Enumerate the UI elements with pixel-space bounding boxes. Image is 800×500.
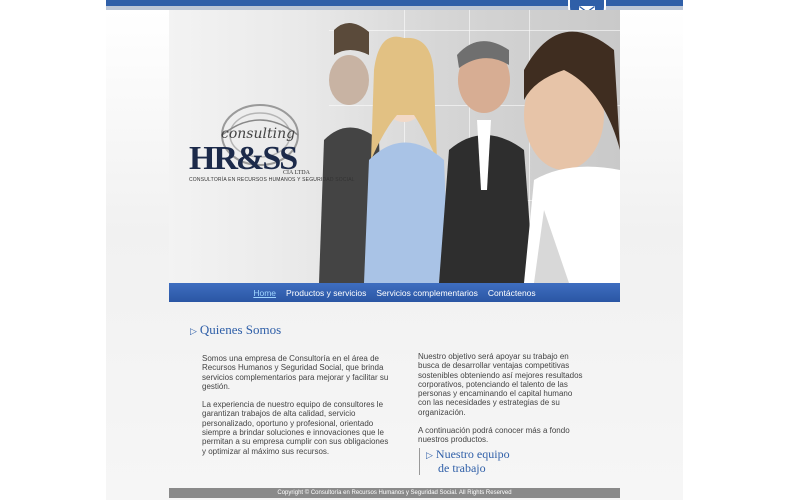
left-paragraph-1: Somos una empresa de Consultoría en el á… [202, 354, 389, 391]
team-photo [319, 22, 620, 283]
nav-productos[interactable]: Productos y servicios [286, 288, 366, 298]
nav-contactenos[interactable]: Contáctenos [488, 288, 536, 298]
logo-main-text: HR&SS [189, 140, 298, 177]
right-column: Nuestro objetivo será apoyar su trabajo … [418, 352, 583, 454]
nav-home[interactable]: Home [253, 288, 276, 298]
team-link[interactable]: ▷ Nuestro equipo de trabajo [419, 448, 510, 475]
left-paragraph-2: La experiencia de nuestro equipo de cons… [202, 400, 389, 456]
team-link-line2: de trabajo [438, 461, 486, 475]
section-title-text: Quienes Somos [199, 322, 282, 337]
arrow-icon: ▷ [190, 326, 197, 336]
section-title: ▷ Quienes Somos [190, 322, 281, 338]
footer: Copyright © Consultoría en Recursos Huma… [169, 488, 620, 498]
team-link-line1: Nuestro equipo [435, 447, 510, 461]
arrow-icon: ▷ [426, 450, 433, 460]
logo-subtitle: CONSULTORÍA EN RECURSOS HUMANOS Y SEGURI… [189, 177, 355, 183]
left-column: Somos una empresa de Consultoría en el á… [202, 354, 392, 465]
main-nav: Home Productos y servicios Servicios com… [169, 283, 620, 302]
nav-servicios[interactable]: Servicios complementarios [376, 288, 478, 298]
right-paragraph-2: A continuación podrá conocer más a fondo… [418, 426, 570, 445]
right-paragraph-1: Nuestro objetivo será apoyar su trabajo … [418, 352, 583, 417]
logo-cia-text: CIA LTDA [283, 170, 310, 176]
